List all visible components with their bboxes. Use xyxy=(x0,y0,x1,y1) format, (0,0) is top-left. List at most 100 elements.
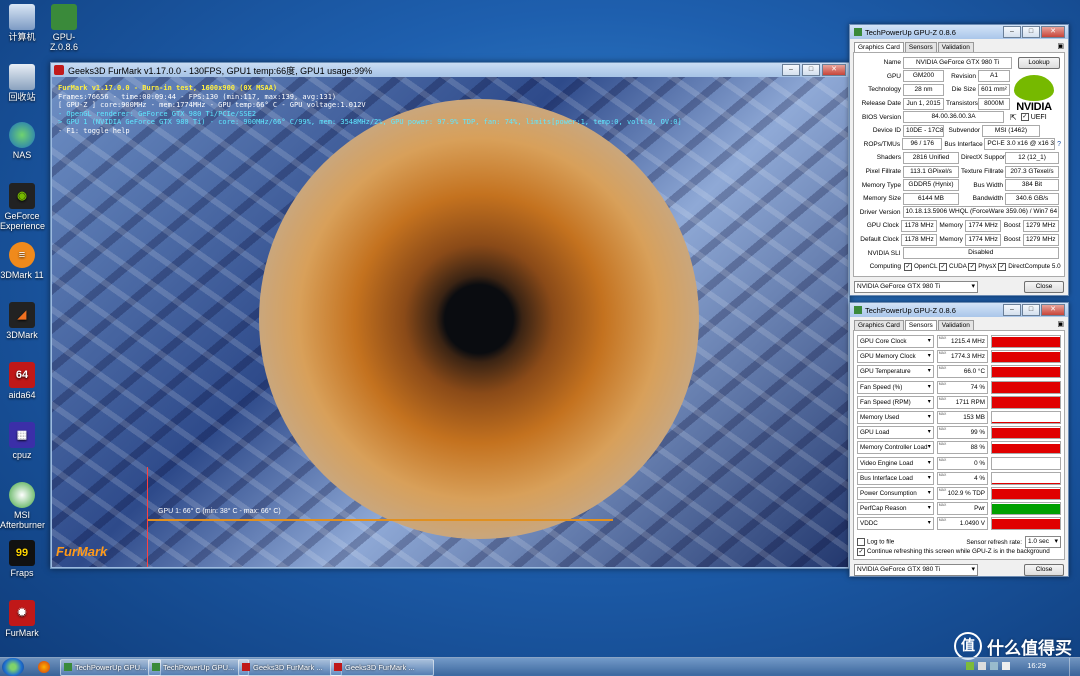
close-window-button[interactable]: Close xyxy=(1024,281,1064,293)
boost-value: 1279 MHz xyxy=(1022,219,1059,232)
sensor-name-dropdown[interactable]: Fan Speed (RPM) xyxy=(857,395,934,409)
gpu-select-dropdown[interactable]: NVIDIA GeForce GTX 980 Ti xyxy=(854,564,978,576)
sensor-row: Memory Used MAX 153 MB xyxy=(857,410,1061,425)
hud-line: FurMark v1.17.0.0 - Burn-in test, 1600x9… xyxy=(58,84,278,92)
log-to-file-checkbox[interactable]: Log to file xyxy=(857,538,894,547)
temperature-graph-label: GPU 1: 66° C (min: 38° C - max: 66° C) xyxy=(158,508,281,515)
gpuz-graphics-card-window[interactable]: TechPowerUp GPU-Z 0.8.6 – □ ✕ Graphics C… xyxy=(849,24,1069,296)
desktop-icon-computer[interactable]: 计算机 xyxy=(0,4,44,42)
desktop-icon-cpuz[interactable]: ▦ cpuz xyxy=(0,422,44,460)
physx-label: PhysX xyxy=(978,263,997,271)
sensor-list: GPU Core Clock MAX 1215.4 MHz GPU Memory Cl… xyxy=(853,330,1065,560)
maximize-button[interactable]: □ xyxy=(802,64,820,76)
gpuz-titlebar[interactable]: TechPowerUp GPU-Z 0.8.6 – □ ✕ xyxy=(850,25,1068,39)
sensor-row: Power ConsumptionMAX102.9 % TDP xyxy=(857,486,1061,501)
desktop-icon-furmark[interactable]: ✹ FurMark xyxy=(0,600,44,638)
default-boost-value: 1279 MHz xyxy=(1022,233,1059,246)
tray-icon[interactable] xyxy=(978,662,986,670)
gpuz-icon xyxy=(64,663,72,671)
hud-line: - OpenGL renderer: GeForce GTX 980 Ti/PC… xyxy=(58,109,257,118)
sensor-name-dropdown[interactable]: GPU Memory Clock xyxy=(857,350,934,364)
gpu-select-dropdown[interactable]: NVIDIA GeForce GTX 980 Ti xyxy=(854,281,978,293)
continue-refresh-checkbox[interactable]: ✓ Continue refreshing this screen while G… xyxy=(857,547,1061,557)
show-desktop-button[interactable] xyxy=(1069,658,1080,676)
furmark-titlebar[interactable]: Geeks3D FurMark v1.17.0.0 - 130FPS, GPU1… xyxy=(51,63,849,77)
taskbar-item-furmark-2[interactable]: Geeks3D FurMark ... xyxy=(330,659,434,676)
desktop-icon-recycle-bin[interactable]: 回收站 xyxy=(0,64,44,102)
network-globe-icon xyxy=(9,122,35,148)
desktop-icon-gpuz[interactable]: GPU-Z.0.8.6 xyxy=(42,4,86,52)
3dmark11-icon: ≡ xyxy=(9,242,35,268)
sensor-max-tag: MAX xyxy=(938,412,947,417)
help-icon[interactable]: ? xyxy=(1057,141,1061,148)
tab-validation[interactable]: Validation xyxy=(937,42,974,52)
sensor-name-dropdown[interactable]: GPU Load xyxy=(857,426,934,440)
gpuz-sensors-window[interactable]: TechPowerUp GPU-Z 0.8.6 – □ ✕ Graphics C… xyxy=(849,302,1069,577)
sensor-name-dropdown[interactable]: Memory Controller Load xyxy=(857,441,934,455)
3dmark-icon: ◢ xyxy=(9,302,35,328)
desktop-icon-label: GeForce Experience xyxy=(0,211,46,231)
tab-sensors[interactable]: Sensors xyxy=(904,42,937,52)
minimize-button[interactable]: – xyxy=(1003,304,1021,316)
geforce-experience-icon: ◉ xyxy=(9,183,35,209)
sensor-value: MAX Pwr xyxy=(936,502,988,516)
maximize-button[interactable]: □ xyxy=(1022,304,1040,316)
texture-fillrate-value: 207.3 GTexel/s xyxy=(1005,165,1059,178)
memory-type-value: GDDR5 (Hynix) xyxy=(903,179,959,192)
sensor-name-dropdown[interactable]: PerfCap Reason xyxy=(857,502,934,516)
sensor-name-dropdown[interactable]: VDDC xyxy=(857,517,934,531)
refresh-rate-dropdown[interactable]: 1.0 sec xyxy=(1025,536,1061,549)
sensor-name-dropdown[interactable]: Power Consumption xyxy=(857,486,934,500)
close-button[interactable]: ✕ xyxy=(1041,26,1065,38)
sensor-name-dropdown[interactable]: Video Engine Load xyxy=(857,456,934,470)
minimize-button[interactable]: – xyxy=(782,64,800,76)
gpuz-titlebar[interactable]: TechPowerUp GPU-Z 0.8.6 – □ ✕ xyxy=(850,303,1068,317)
volume-icon[interactable] xyxy=(1002,662,1010,670)
taskbar-item-gpuz-1[interactable]: TechPowerUp GPU... xyxy=(60,659,161,676)
maximize-button[interactable]: □ xyxy=(1022,26,1040,38)
desktop-icon-fraps[interactable]: 99 Fraps xyxy=(0,540,44,578)
clock[interactable]: 16:29 xyxy=(1027,661,1046,670)
desktop-icon-3dmark11[interactable]: ≡ 3DMark 11 xyxy=(0,242,44,280)
sensor-name-dropdown[interactable]: Memory Used xyxy=(857,411,934,425)
taskbar: TechPowerUp GPU... TechPowerUp GPU... Ge… xyxy=(0,657,1080,676)
desktop-icon-nas[interactable]: NAS xyxy=(0,122,44,160)
taskbar-item-label: Geeks3D FurMark ... xyxy=(253,663,323,672)
taskbar-item-furmark-1[interactable]: Geeks3D FurMark ... xyxy=(238,659,342,676)
sensor-name-dropdown[interactable]: Fan Speed (%) xyxy=(857,380,934,394)
sensor-max-tag: MAX xyxy=(938,457,947,462)
sensor-max-tag: MAX xyxy=(938,351,947,356)
sensor-name-dropdown[interactable]: Bus Interface Load xyxy=(857,471,934,485)
memory-size-value: 6144 MB xyxy=(903,192,959,205)
desktop-icon-msi-afterburner[interactable]: MSI Afterburner xyxy=(0,482,45,530)
desktop-icon-3dmark[interactable]: ◢ 3DMark xyxy=(0,302,44,340)
taskbar-item-gpuz-2[interactable]: TechPowerUp GPU... xyxy=(148,659,249,676)
start-button[interactable] xyxy=(2,658,24,676)
firefox-icon[interactable] xyxy=(38,661,50,673)
camera-icon[interactable]: ▣ xyxy=(1057,42,1064,52)
subvendor-label: Subvendor xyxy=(948,127,980,135)
close-button[interactable]: ✕ xyxy=(822,64,846,76)
tray-icon[interactable] xyxy=(966,662,974,670)
desktop-icon-aida64[interactable]: 64 aida64 xyxy=(0,362,44,400)
desktop-icon-label: 回收站 xyxy=(8,92,36,102)
bandwidth-label: Bandwidth xyxy=(972,195,1003,203)
sensor-value-text: 153 MB xyxy=(963,414,985,422)
close-button[interactable]: ✕ xyxy=(1041,304,1065,316)
sli-label: NVIDIA SLI xyxy=(867,249,901,257)
bandwidth-value: 340.6 GB/s xyxy=(1005,192,1059,205)
sensor-name-dropdown[interactable]: GPU Temperature xyxy=(857,365,934,379)
furmark-window[interactable]: Geeks3D FurMark v1.17.0.0 - 130FPS, GPU1… xyxy=(50,62,850,569)
tab-sensors[interactable]: Sensors xyxy=(904,320,937,330)
minimize-button[interactable]: – xyxy=(1003,26,1021,38)
tab-validation[interactable]: Validation xyxy=(937,320,974,330)
tab-graphics-card[interactable]: Graphics Card xyxy=(854,42,904,52)
desktop-icon-geforce-experience[interactable]: ◉ GeForce Experience xyxy=(0,183,46,231)
network-icon[interactable] xyxy=(990,662,998,670)
tab-graphics-card[interactable]: Graphics Card xyxy=(854,320,904,330)
sensor-max-tag: MAX xyxy=(938,518,947,523)
lookup-button[interactable]: Lookup xyxy=(1018,56,1060,69)
sensor-name-dropdown[interactable]: GPU Core Clock xyxy=(857,335,934,349)
camera-icon[interactable]: ▣ xyxy=(1057,320,1064,330)
close-window-button[interactable]: Close xyxy=(1024,564,1064,576)
